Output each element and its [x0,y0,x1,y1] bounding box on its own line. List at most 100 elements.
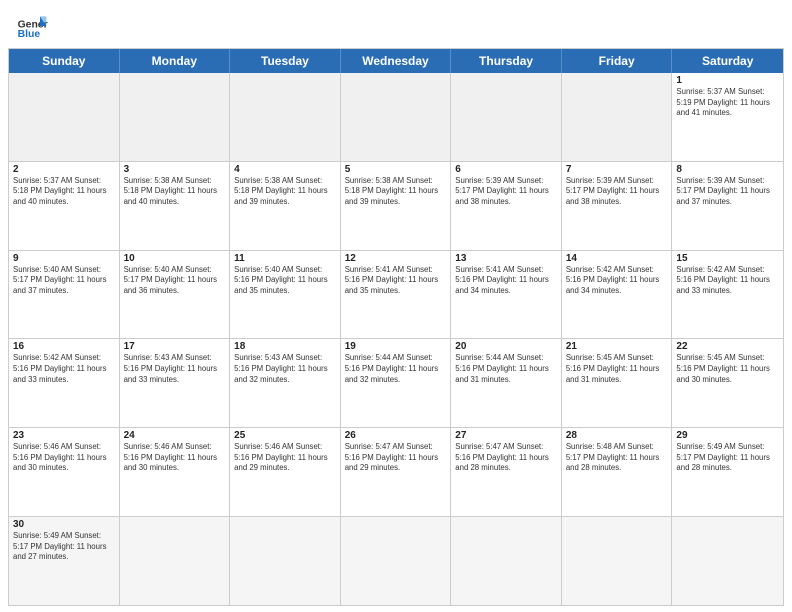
day-number: 28 [566,430,668,441]
day-number: 6 [455,164,557,175]
day-cell-18: 18Sunrise: 5:43 AM Sunset: 5:16 PM Dayli… [230,339,341,427]
day-cell-15: 15Sunrise: 5:42 AM Sunset: 5:16 PM Dayli… [672,251,783,339]
empty-cell [120,73,231,161]
day-number: 19 [345,341,447,352]
empty-cell [230,73,341,161]
cell-info: Sunrise: 5:44 AM Sunset: 5:16 PM Dayligh… [345,353,447,385]
empty-cell [9,73,120,161]
day-number: 17 [124,341,226,352]
cell-info: Sunrise: 5:46 AM Sunset: 5:16 PM Dayligh… [234,442,336,474]
cell-info: Sunrise: 5:37 AM Sunset: 5:19 PM Dayligh… [676,87,779,119]
cell-info: Sunrise: 5:41 AM Sunset: 5:16 PM Dayligh… [345,265,447,297]
empty-cell [672,517,783,605]
day-cell-17: 17Sunrise: 5:43 AM Sunset: 5:16 PM Dayli… [120,339,231,427]
day-cell-9: 9Sunrise: 5:40 AM Sunset: 5:17 PM Daylig… [9,251,120,339]
day-number: 8 [676,164,779,175]
cell-info: Sunrise: 5:39 AM Sunset: 5:17 PM Dayligh… [455,176,557,208]
cell-info: Sunrise: 5:44 AM Sunset: 5:16 PM Dayligh… [455,353,557,385]
day-cell-29: 29Sunrise: 5:49 AM Sunset: 5:17 PM Dayli… [672,428,783,516]
cell-info: Sunrise: 5:38 AM Sunset: 5:18 PM Dayligh… [234,176,336,208]
day-number: 14 [566,253,668,264]
cell-info: Sunrise: 5:49 AM Sunset: 5:17 PM Dayligh… [676,442,779,474]
day-header-sunday: Sunday [9,49,120,73]
cell-info: Sunrise: 5:39 AM Sunset: 5:17 PM Dayligh… [676,176,779,208]
cell-info: Sunrise: 5:46 AM Sunset: 5:16 PM Dayligh… [124,442,226,474]
day-cell-16: 16Sunrise: 5:42 AM Sunset: 5:16 PM Dayli… [9,339,120,427]
day-number: 22 [676,341,779,352]
day-cell-6: 6Sunrise: 5:39 AM Sunset: 5:17 PM Daylig… [451,162,562,250]
day-number: 1 [676,75,779,86]
day-cell-4: 4Sunrise: 5:38 AM Sunset: 5:18 PM Daylig… [230,162,341,250]
day-number: 4 [234,164,336,175]
calendar: SundayMondayTuesdayWednesdayThursdayFrid… [8,48,784,606]
day-cell-10: 10Sunrise: 5:40 AM Sunset: 5:17 PM Dayli… [120,251,231,339]
day-cell-24: 24Sunrise: 5:46 AM Sunset: 5:16 PM Dayli… [120,428,231,516]
day-cell-27: 27Sunrise: 5:47 AM Sunset: 5:16 PM Dayli… [451,428,562,516]
svg-text:Blue: Blue [18,29,41,40]
day-header-tuesday: Tuesday [230,49,341,73]
day-number: 13 [455,253,557,264]
cell-info: Sunrise: 5:40 AM Sunset: 5:16 PM Dayligh… [234,265,336,297]
cell-info: Sunrise: 5:47 AM Sunset: 5:16 PM Dayligh… [455,442,557,474]
day-number: 26 [345,430,447,441]
day-number: 16 [13,341,115,352]
day-number: 29 [676,430,779,441]
cell-info: Sunrise: 5:45 AM Sunset: 5:16 PM Dayligh… [566,353,668,385]
day-number: 12 [345,253,447,264]
day-number: 23 [13,430,115,441]
cell-info: Sunrise: 5:49 AM Sunset: 5:17 PM Dayligh… [13,531,115,563]
day-header-monday: Monday [120,49,231,73]
day-number: 10 [124,253,226,264]
day-cell-3: 3Sunrise: 5:38 AM Sunset: 5:18 PM Daylig… [120,162,231,250]
cell-info: Sunrise: 5:38 AM Sunset: 5:18 PM Dayligh… [124,176,226,208]
cell-info: Sunrise: 5:37 AM Sunset: 5:18 PM Dayligh… [13,176,115,208]
day-cell-26: 26Sunrise: 5:47 AM Sunset: 5:16 PM Dayli… [341,428,452,516]
empty-cell [341,517,452,605]
logo-icon: General Blue [16,10,48,42]
day-number: 21 [566,341,668,352]
week-row-2: 9Sunrise: 5:40 AM Sunset: 5:17 PM Daylig… [9,250,783,339]
day-cell-21: 21Sunrise: 5:45 AM Sunset: 5:16 PM Dayli… [562,339,673,427]
day-cell-13: 13Sunrise: 5:41 AM Sunset: 5:16 PM Dayli… [451,251,562,339]
cell-info: Sunrise: 5:42 AM Sunset: 5:16 PM Dayligh… [13,353,115,385]
cell-info: Sunrise: 5:45 AM Sunset: 5:16 PM Dayligh… [676,353,779,385]
day-cell-11: 11Sunrise: 5:40 AM Sunset: 5:16 PM Dayli… [230,251,341,339]
day-number: 30 [13,519,115,530]
day-number: 7 [566,164,668,175]
week-row-3: 16Sunrise: 5:42 AM Sunset: 5:16 PM Dayli… [9,338,783,427]
day-number: 25 [234,430,336,441]
day-cell-22: 22Sunrise: 5:45 AM Sunset: 5:16 PM Dayli… [672,339,783,427]
empty-cell [230,517,341,605]
day-number: 2 [13,164,115,175]
day-header-thursday: Thursday [451,49,562,73]
empty-cell [451,517,562,605]
day-number: 24 [124,430,226,441]
day-header-saturday: Saturday [672,49,783,73]
cell-info: Sunrise: 5:43 AM Sunset: 5:16 PM Dayligh… [234,353,336,385]
day-number: 3 [124,164,226,175]
cell-info: Sunrise: 5:42 AM Sunset: 5:16 PM Dayligh… [566,265,668,297]
cell-info: Sunrise: 5:38 AM Sunset: 5:18 PM Dayligh… [345,176,447,208]
week-row-0: 1Sunrise: 5:37 AM Sunset: 5:19 PM Daylig… [9,73,783,161]
day-cell-1: 1Sunrise: 5:37 AM Sunset: 5:19 PM Daylig… [672,73,783,161]
day-cell-7: 7Sunrise: 5:39 AM Sunset: 5:17 PM Daylig… [562,162,673,250]
day-number: 5 [345,164,447,175]
day-number: 11 [234,253,336,264]
cell-info: Sunrise: 5:43 AM Sunset: 5:16 PM Dayligh… [124,353,226,385]
day-headers: SundayMondayTuesdayWednesdayThursdayFrid… [9,49,783,73]
day-cell-8: 8Sunrise: 5:39 AM Sunset: 5:17 PM Daylig… [672,162,783,250]
cell-info: Sunrise: 5:42 AM Sunset: 5:16 PM Dayligh… [676,265,779,297]
weeks: 1Sunrise: 5:37 AM Sunset: 5:19 PM Daylig… [9,73,783,605]
day-number: 15 [676,253,779,264]
day-cell-19: 19Sunrise: 5:44 AM Sunset: 5:16 PM Dayli… [341,339,452,427]
day-cell-25: 25Sunrise: 5:46 AM Sunset: 5:16 PM Dayli… [230,428,341,516]
empty-cell [120,517,231,605]
day-header-wednesday: Wednesday [341,49,452,73]
empty-cell [562,73,673,161]
cell-info: Sunrise: 5:40 AM Sunset: 5:17 PM Dayligh… [13,265,115,297]
day-number: 9 [13,253,115,264]
empty-cell [341,73,452,161]
empty-cell [562,517,673,605]
cell-info: Sunrise: 5:40 AM Sunset: 5:17 PM Dayligh… [124,265,226,297]
day-cell-14: 14Sunrise: 5:42 AM Sunset: 5:16 PM Dayli… [562,251,673,339]
